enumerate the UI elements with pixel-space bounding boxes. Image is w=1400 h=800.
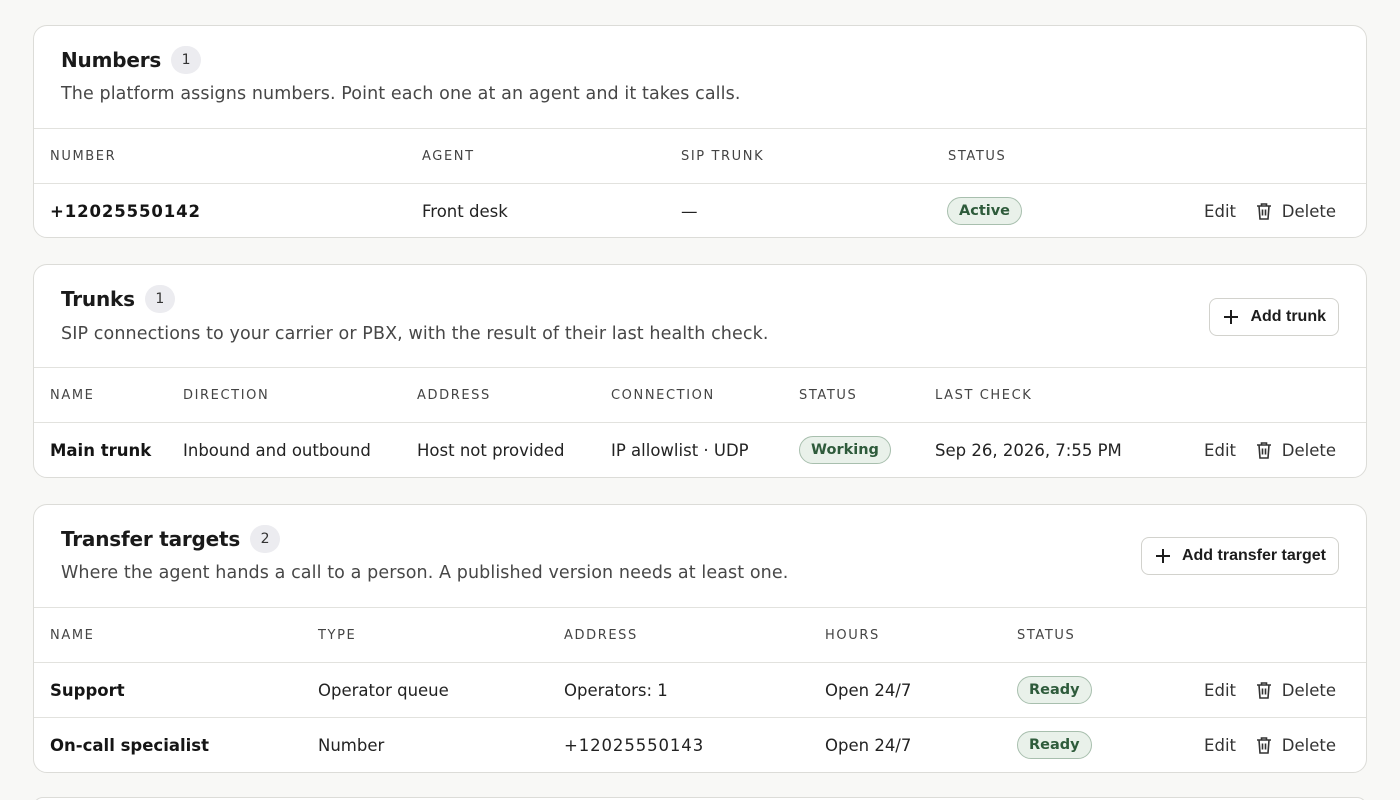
numbers-header: Numbers 1 The platform assigns numbers. … [34, 26, 1366, 129]
delete-label: Delete [1281, 201, 1336, 221]
edit-button[interactable]: Edit [1204, 423, 1236, 477]
column-header-type: TYPE [318, 627, 357, 643]
delete-label: Delete [1281, 680, 1336, 700]
cell-direction: Inbound and outbound [183, 440, 371, 460]
cell-sip-trunk: — [681, 201, 698, 221]
status-badge: Ready [1017, 731, 1092, 759]
numbers-count-badge: 1 [171, 46, 202, 74]
transfer-targets-title: Transfer targets [61, 527, 241, 551]
transfer-targets-header: Transfer targets 2 Where the agent hands… [34, 505, 1366, 608]
cell-hours: Open 24/7 [825, 735, 912, 755]
numbers-card: Numbers 1 The platform assigns numbers. … [33, 25, 1367, 238]
trash-icon [1256, 203, 1271, 220]
edit-button[interactable]: Edit [1204, 718, 1236, 772]
cell-status: Active [947, 184, 1023, 237]
trunks-title-row: Trunks 1 [61, 285, 175, 313]
numbers-description: The platform assigns numbers. Point each… [61, 84, 741, 104]
column-header-agent: AGENT [422, 148, 475, 164]
delete-button[interactable]: Delete [1256, 718, 1336, 772]
delete-button[interactable]: Delete [1256, 184, 1336, 237]
plus-icon [1155, 549, 1170, 563]
delete-button[interactable]: Delete [1256, 663, 1336, 717]
trunks-description: SIP connections to your carrier or PBX, … [61, 324, 769, 344]
add-trunk-label: Add trunk [1250, 308, 1326, 325]
trunks-header: Trunks 1 SIP connections to your carrier… [34, 265, 1366, 368]
cell-name: On-call specialist [50, 735, 210, 755]
delete-button[interactable]: Delete [1256, 423, 1336, 477]
cell-agent: Front desk [422, 201, 508, 221]
add-transfer-target-label: Add transfer target [1181, 547, 1326, 564]
transfer-targets-title-row: Transfer targets 2 [61, 525, 281, 553]
column-header-number: NUMBER [50, 148, 117, 164]
cell-hours: Open 24/7 [825, 680, 912, 700]
cell-connection: IP allowlist · UDP [611, 440, 749, 460]
column-header-name: NAME [50, 387, 95, 403]
table-row: +12025550142 Front desk — Active Edit De… [34, 183, 1366, 237]
delete-label: Delete [1281, 440, 1336, 460]
column-header-status: STATUS [948, 148, 1007, 164]
trunks-table-header: NAME DIRECTION ADDRESS CONNECTION STATUS… [34, 368, 1366, 422]
numbers-table-header: NUMBER AGENT SIP TRUNK STATUS [34, 129, 1366, 183]
column-header-sip-trunk: SIP TRUNK [681, 148, 765, 164]
column-header-status: STATUS [1017, 627, 1076, 643]
cell-status: Working [799, 423, 891, 477]
cell-number: +12025550142 [50, 201, 201, 221]
cell-status: Ready [1017, 718, 1092, 772]
transfer-targets-count-badge: 2 [250, 525, 281, 553]
trash-icon [1256, 682, 1271, 699]
column-header-address: ADDRESS [417, 387, 491, 403]
cell-type: Number [318, 735, 385, 755]
edit-button[interactable]: Edit [1204, 184, 1236, 237]
delete-label: Delete [1281, 735, 1336, 755]
table-row: Support Operator queue Operators: 1 Open… [34, 662, 1366, 717]
add-trunk-button[interactable]: Add trunk [1209, 298, 1339, 336]
status-badge: Working [799, 436, 891, 464]
cell-type: Operator queue [318, 680, 449, 700]
status-badge: Active [947, 197, 1023, 225]
trunks-title: Trunks [61, 287, 135, 311]
trash-icon [1256, 442, 1271, 459]
trunks-card: Trunks 1 SIP connections to your carrier… [33, 264, 1367, 478]
numbers-title: Numbers [61, 48, 162, 72]
column-header-name: NAME [50, 627, 95, 643]
trash-icon [1256, 737, 1271, 754]
column-header-connection: CONNECTION [611, 387, 715, 403]
cell-name: Support [50, 680, 125, 700]
cell-name: Main trunk [50, 440, 152, 460]
transfer-targets-card: Transfer targets 2 Where the agent hands… [33, 504, 1367, 773]
table-row: Main trunk Inbound and outbound Host not… [34, 422, 1366, 477]
column-header-direction: DIRECTION [183, 387, 270, 403]
trunks-count-badge: 1 [144, 285, 175, 313]
cell-last-check: Sep 26, 2026, 7:55 PM [935, 440, 1122, 460]
table-row: On-call specialist Number +12025550143 O… [34, 717, 1366, 772]
column-header-status: STATUS [799, 387, 858, 403]
add-transfer-target-button[interactable]: Add transfer target [1140, 537, 1339, 575]
column-header-last-check: LAST CHECK [935, 387, 1033, 403]
transfer-targets-table-header: NAME TYPE ADDRESS HOURS STATUS [34, 608, 1366, 662]
column-header-hours: HOURS [825, 627, 880, 643]
numbers-title-row: Numbers 1 [61, 46, 202, 74]
cell-address: +12025550143 [564, 735, 705, 755]
cell-address: Operators: 1 [564, 680, 668, 700]
cell-status: Ready [1017, 663, 1092, 717]
status-badge: Ready [1017, 676, 1092, 704]
column-header-address: ADDRESS [564, 627, 638, 643]
edit-button[interactable]: Edit [1204, 663, 1236, 717]
cell-address: Host not provided [417, 440, 565, 460]
transfer-targets-description: Where the agent hands a call to a person… [61, 563, 789, 583]
plus-icon [1224, 310, 1239, 324]
